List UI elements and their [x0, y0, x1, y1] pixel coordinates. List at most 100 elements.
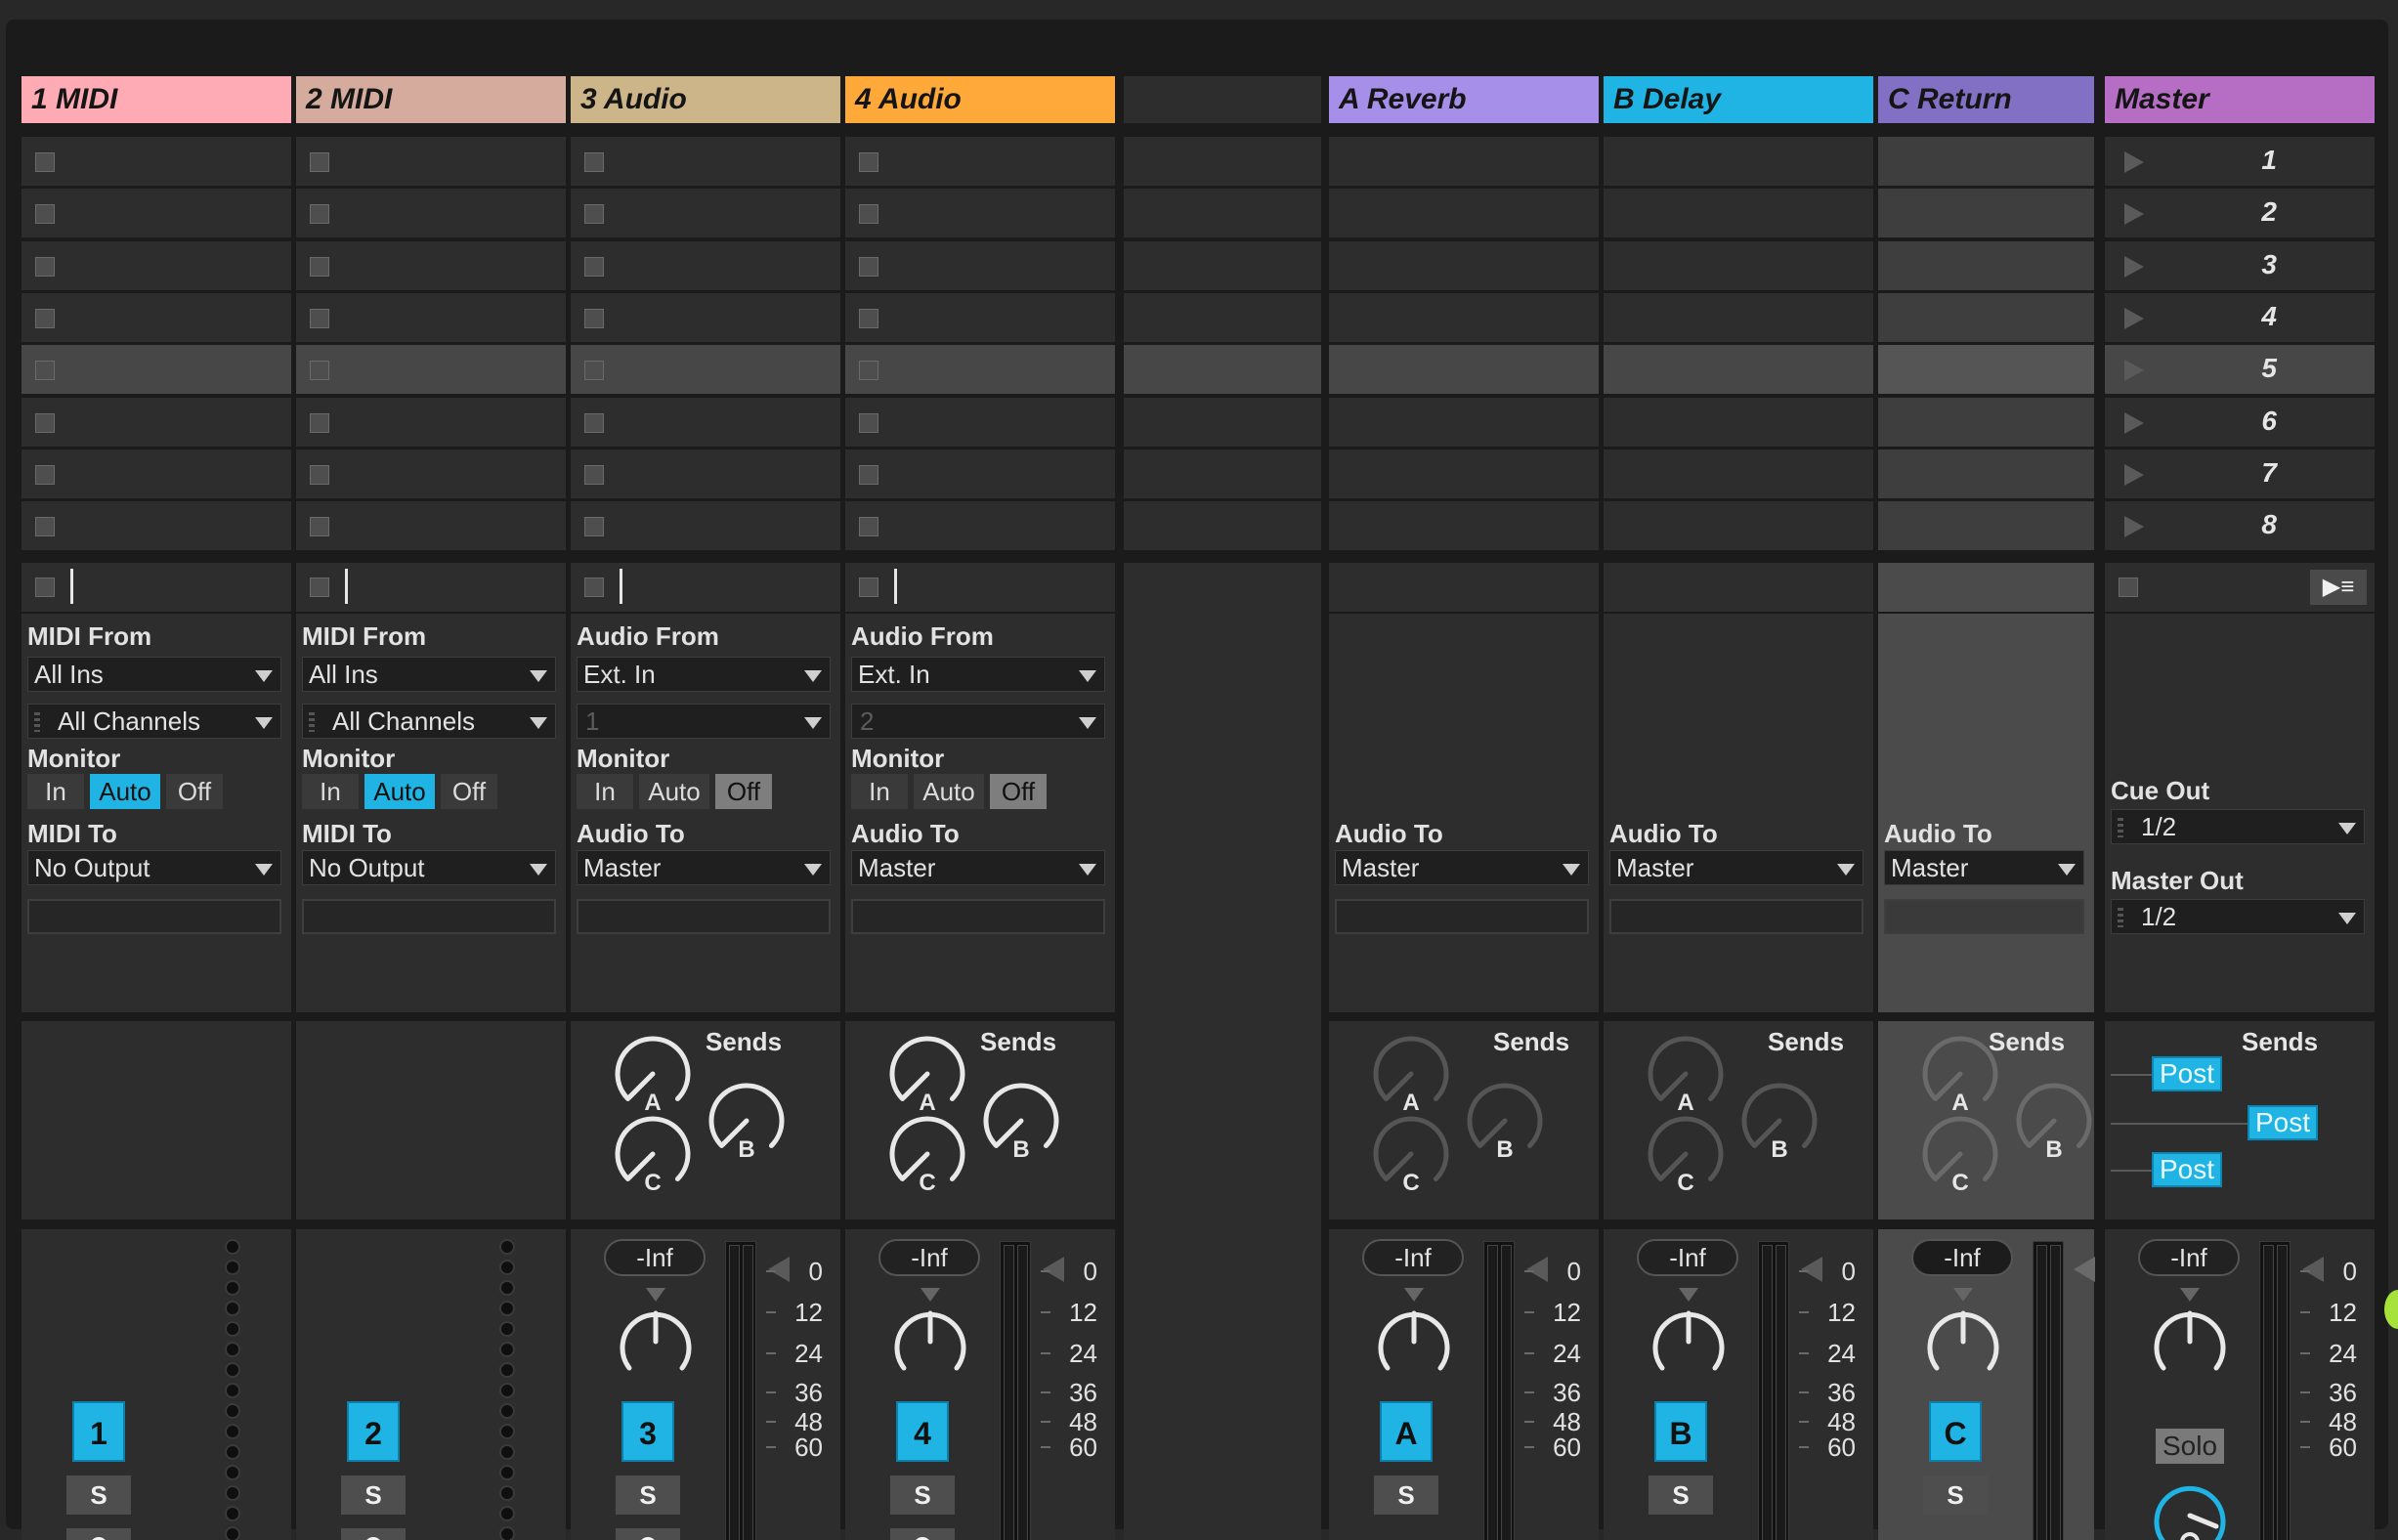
stop-square-icon[interactable]	[310, 256, 329, 277]
monitor-in-button[interactable]: In	[851, 774, 908, 809]
volume-value[interactable]: -Inf	[1362, 1239, 1464, 1276]
track-activator-button[interactable]: C	[1929, 1401, 1982, 1462]
input-channel-dropdown[interactable]: 1	[577, 704, 831, 739]
scene-slot[interactable]: 4	[2105, 292, 2375, 342]
clip-stop-button[interactable]	[310, 578, 329, 597]
stop-square-icon[interactable]	[859, 256, 878, 277]
play-triangle-icon[interactable]	[2124, 203, 2144, 226]
input-type-dropdown[interactable]: Ext. In	[577, 657, 831, 692]
stop-square-icon[interactable]	[35, 204, 55, 225]
clip-slot[interactable]	[1604, 501, 1873, 551]
output-channel-field[interactable]	[302, 899, 556, 934]
output-type-dropdown[interactable]: Master	[1335, 850, 1589, 885]
stop-square-icon[interactable]	[859, 152, 878, 172]
clip-slot[interactable]	[1878, 397, 2094, 447]
stop-square-icon[interactable]	[310, 361, 329, 381]
track-activator-button[interactable]: A	[1380, 1401, 1433, 1462]
clip-slot[interactable]	[1878, 345, 2094, 395]
output-type-dropdown[interactable]: Master	[577, 850, 831, 885]
clip-slot[interactable]	[1329, 189, 1599, 238]
volume-value[interactable]: -Inf	[1637, 1239, 1738, 1276]
clip-slot[interactable]	[1329, 292, 1599, 342]
volume-knob[interactable]	[1372, 1300, 1456, 1384]
clip-slot[interactable]	[571, 501, 840, 551]
post-toggle-button[interactable]: Post	[2248, 1105, 2318, 1140]
volume-value[interactable]: -Inf	[878, 1239, 980, 1276]
output-channel-field[interactable]	[577, 899, 831, 934]
solo-button[interactable]: S	[341, 1476, 406, 1515]
play-triangle-icon[interactable]	[2124, 255, 2144, 278]
solo-button[interactable]: S	[616, 1476, 680, 1515]
clip-slot[interactable]	[1329, 137, 1599, 186]
clip-slot[interactable]	[296, 292, 566, 342]
clip-slot[interactable]	[21, 449, 291, 498]
stop-square-icon[interactable]	[584, 464, 604, 485]
track-title[interactable]: 3 Audio	[571, 76, 840, 123]
play-triangle-icon[interactable]	[2124, 307, 2144, 329]
stop-square-icon[interactable]	[584, 152, 604, 172]
stop-square-icon[interactable]	[859, 308, 878, 328]
monitor-auto-button[interactable]: Auto	[90, 774, 160, 809]
play-triangle-icon[interactable]	[2124, 360, 2144, 382]
clip-slot[interactable]	[845, 240, 1115, 290]
volume-knob[interactable]	[2148, 1300, 2232, 1384]
clip-slot[interactable]	[1604, 345, 1873, 395]
stop-square-icon[interactable]	[584, 308, 604, 328]
solo-button[interactable]: S	[890, 1476, 955, 1515]
return-title[interactable]: C Return	[1878, 76, 2094, 123]
master-title[interactable]: Master	[2105, 76, 2375, 123]
track-title[interactable]: 1 MIDI	[21, 76, 291, 123]
stop-square-icon[interactable]	[35, 464, 55, 485]
clip-slot[interactable]	[296, 449, 566, 498]
stop-square-icon[interactable]	[859, 464, 878, 485]
clip-slot[interactable]	[1878, 292, 2094, 342]
clip-slot[interactable]	[1878, 137, 2094, 186]
stop-square-icon[interactable]	[310, 204, 329, 225]
clip-slot[interactable]	[296, 189, 566, 238]
record-arm-button[interactable]	[616, 1528, 680, 1540]
monitor-in-button[interactable]: In	[577, 774, 633, 809]
clip-slot[interactable]	[571, 397, 840, 447]
clip-slot[interactable]	[1878, 501, 2094, 551]
monitor-in-button[interactable]: In	[27, 774, 84, 809]
input-type-dropdown[interactable]: Ext. In	[851, 657, 1105, 692]
stop-square-icon[interactable]	[859, 412, 878, 433]
clip-slot[interactable]	[1604, 397, 1873, 447]
stop-square-icon[interactable]	[310, 308, 329, 328]
volume-knob[interactable]	[614, 1300, 698, 1384]
scene-slot[interactable]: 5	[2105, 345, 2375, 395]
volume-knob[interactable]	[1921, 1300, 2005, 1384]
solo-button[interactable]: S	[1374, 1476, 1438, 1515]
clip-slot[interactable]	[571, 240, 840, 290]
stop-square-icon[interactable]	[310, 464, 329, 485]
stop-square-icon[interactable]	[35, 361, 55, 381]
scene-slot[interactable]: 3	[2105, 240, 2375, 290]
volume-knob[interactable]	[888, 1300, 972, 1384]
output-type-dropdown[interactable]: No Output	[302, 850, 556, 885]
clip-slot[interactable]	[845, 501, 1115, 551]
clip-slot[interactable]	[571, 345, 840, 395]
stop-square-icon[interactable]	[35, 412, 55, 433]
monitor-clock-button[interactable]	[341, 1528, 406, 1540]
stop-square-icon[interactable]	[35, 308, 55, 328]
cue-out-dropdown[interactable]: 1/2	[2111, 809, 2365, 844]
monitor-auto-button[interactable]: Auto	[639, 774, 709, 809]
output-channel-field[interactable]	[1609, 899, 1863, 934]
clip-slot[interactable]	[571, 189, 840, 238]
monitor-clock-button[interactable]	[66, 1528, 131, 1540]
solo-toggle-button[interactable]: Solo	[2156, 1429, 2224, 1464]
clip-slot[interactable]	[1604, 449, 1873, 498]
output-type-dropdown[interactable]: Master	[1609, 850, 1863, 885]
clip-slot[interactable]	[296, 137, 566, 186]
track-activator-button[interactable]: 4	[896, 1401, 949, 1462]
clip-slot[interactable]	[845, 345, 1115, 395]
clip-slot[interactable]	[1329, 397, 1599, 447]
clip-slot[interactable]	[21, 345, 291, 395]
clip-slot[interactable]	[1878, 189, 2094, 238]
clip-slot[interactable]	[21, 397, 291, 447]
track-activator-button[interactable]: 2	[347, 1401, 400, 1462]
volume-value[interactable]: -Inf	[604, 1239, 706, 1276]
volume-value[interactable]: -Inf	[2138, 1239, 2240, 1276]
monitor-off-button[interactable]: Off	[715, 774, 772, 809]
monitor-auto-button[interactable]: Auto	[914, 774, 984, 809]
